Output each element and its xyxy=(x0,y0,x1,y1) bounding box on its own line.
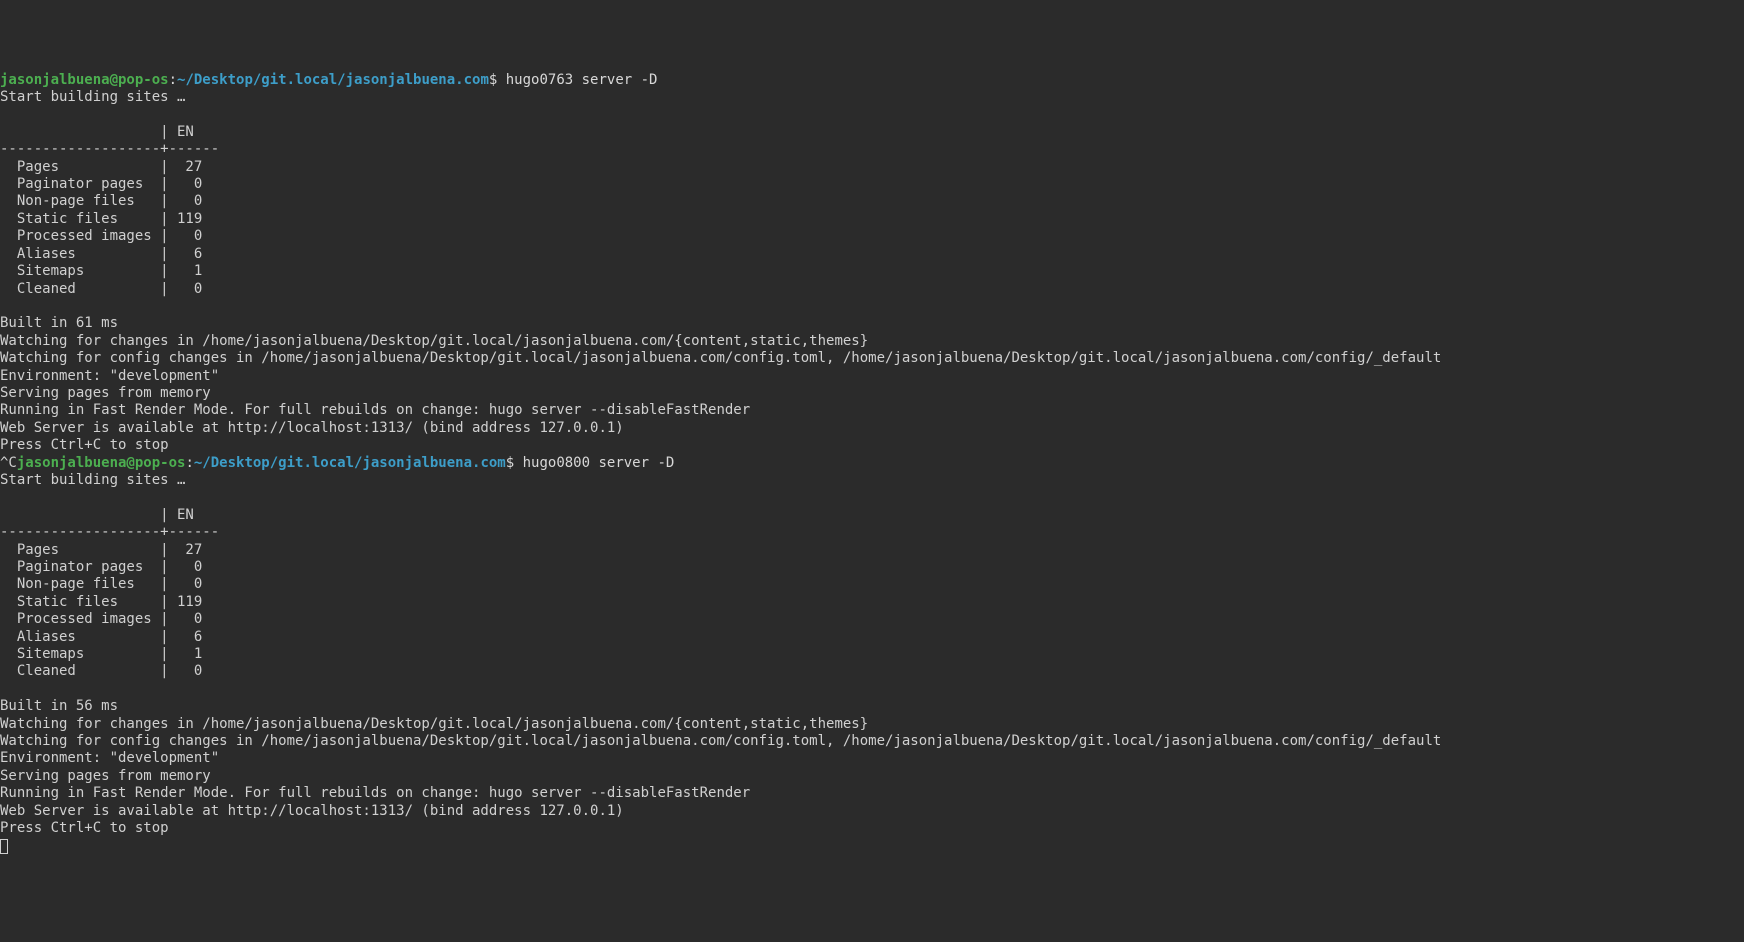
interrupt-signal: ^C xyxy=(0,455,17,471)
table-row: Non-page files | 0 xyxy=(0,576,219,592)
table-row: Processed images | 0 xyxy=(0,228,219,244)
command-text: hugo0800 server -D xyxy=(523,455,675,471)
output-line: Start building sites … xyxy=(0,89,185,105)
prompt-colon: : xyxy=(169,72,177,88)
table-separator: -------------------+------ xyxy=(0,141,219,157)
table-row: Aliases | 6 xyxy=(0,629,219,645)
table-row: Processed images | 0 xyxy=(0,611,219,627)
output-line: Built in 56 ms xyxy=(0,698,118,714)
table-row: Static files | 119 xyxy=(0,211,219,227)
output-line: Press Ctrl+C to stop xyxy=(0,820,169,836)
output-line: Running in Fast Render Mode. For full re… xyxy=(0,785,750,801)
prompt-dollar: $ xyxy=(489,72,506,88)
prompt-user-host: jasonjalbuena@pop-os xyxy=(17,455,186,471)
prompt-dollar: $ xyxy=(506,455,523,471)
table-row: Paginator pages | 0 xyxy=(0,559,219,575)
table-row: Cleaned | 0 xyxy=(0,281,219,297)
output-line: Environment: "development" xyxy=(0,368,219,384)
output-line: Watching for config changes in /home/jas… xyxy=(0,733,1441,749)
table-row: Pages | 27 xyxy=(0,542,219,558)
output-line: Start building sites … xyxy=(0,472,185,488)
output-line: Press Ctrl+C to stop xyxy=(0,437,169,453)
output-line: Serving pages from memory xyxy=(0,768,211,784)
prompt-path: ~/Desktop/git.local/jasonjalbuena.com xyxy=(194,455,506,471)
command-text: hugo0763 server -D xyxy=(506,72,658,88)
output-line: Running in Fast Render Mode. For full re… xyxy=(0,402,750,418)
table-header: | EN xyxy=(0,507,219,523)
table-row: Paginator pages | 0 xyxy=(0,176,219,192)
table-row: Cleaned | 0 xyxy=(0,663,219,679)
prompt-colon: : xyxy=(185,455,193,471)
output-line: Watching for changes in /home/jasonjalbu… xyxy=(0,333,868,349)
output-line: Web Server is available at http://localh… xyxy=(0,803,624,819)
table-row: Aliases | 6 xyxy=(0,246,219,262)
prompt-path: ~/Desktop/git.local/jasonjalbuena.com xyxy=(177,72,489,88)
table-row: Sitemaps | 1 xyxy=(0,646,219,662)
terminal-output[interactable]: jasonjalbuena@pop-os:~/Desktop/git.local… xyxy=(0,72,1744,855)
output-line: Watching for config changes in /home/jas… xyxy=(0,350,1441,366)
table-header: | EN xyxy=(0,124,219,140)
table-row: Static files | 119 xyxy=(0,594,219,610)
table-separator: -------------------+------ xyxy=(0,524,219,540)
prompt-user-host: jasonjalbuena@pop-os xyxy=(0,72,169,88)
table-row: Sitemaps | 1 xyxy=(0,263,219,279)
cursor-icon xyxy=(0,839,8,854)
output-line: Watching for changes in /home/jasonjalbu… xyxy=(0,716,868,732)
output-line: Environment: "development" xyxy=(0,750,219,766)
table-row: Pages | 27 xyxy=(0,159,219,175)
table-row: Non-page files | 0 xyxy=(0,193,219,209)
output-line: Serving pages from memory xyxy=(0,385,211,401)
output-line: Built in 61 ms xyxy=(0,315,118,331)
output-line: Web Server is available at http://localh… xyxy=(0,420,624,436)
